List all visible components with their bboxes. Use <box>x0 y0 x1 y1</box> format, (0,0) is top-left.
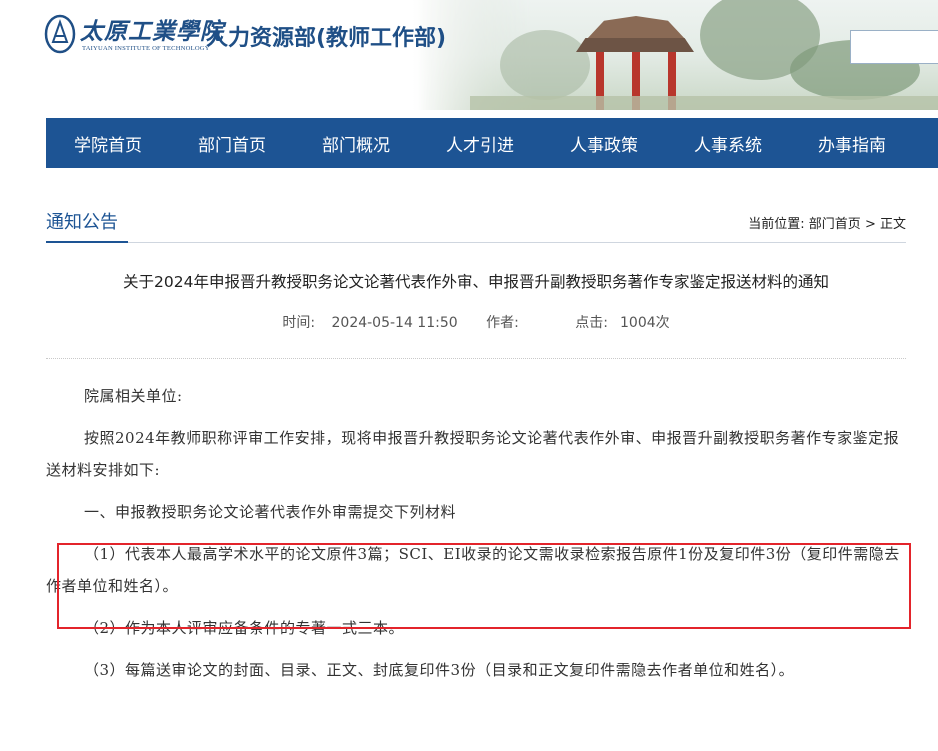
section-title-underline <box>46 241 128 243</box>
nav-item-dept-home[interactable]: 部门首页 <box>170 131 294 156</box>
tree-shape <box>500 30 590 100</box>
banner-ground <box>470 96 938 110</box>
meta-time-label: 时间: <box>282 315 316 331</box>
meta-divider <box>46 358 906 359</box>
section-title: 通知公告 <box>46 212 118 233</box>
breadcrumb: 当前位置: 部门首页 > 正文 <box>640 213 906 232</box>
breadcrumb-current: 正文 <box>879 217 906 232</box>
meta-clicks-label: 点击: <box>575 315 609 331</box>
pavilion-eave <box>576 38 694 52</box>
article-meta: 时间: 2024-05-14 11:50 作者: 点击: 1004次 <box>0 312 938 332</box>
header-banner: 太原工業學院 TAIYUAN INSTITUTE OF TECHNOLOGY 人… <box>0 0 938 110</box>
paragraph: （3）每篇送审论文的封面、目录、正文、封底复印件3份（目录和正文复印件需隐去作者… <box>84 661 795 679</box>
main-nav: 学院首页 部门首页 部门概况 人才引进 人事政策 人事系统 办事指南 <box>46 118 938 168</box>
nav-item-hr-system[interactable]: 人事系统 <box>666 131 790 156</box>
article-body: 院属相关单位: 按照2024年教师职称评审工作安排，现将申报晋升教授职务论文论著… <box>46 380 906 694</box>
section-divider <box>46 242 906 243</box>
nav-item-college-home[interactable]: 学院首页 <box>46 131 170 156</box>
highlight-box <box>57 543 911 629</box>
page: 太原工業學院 TAIYUAN INSTITUTE OF TECHNOLOGY 人… <box>0 0 938 751</box>
breadcrumb-separator: > <box>864 217 876 232</box>
search-input[interactable] <box>850 30 938 64</box>
breadcrumb-dept-home-link[interactable]: 部门首页 <box>809 217 861 232</box>
college-emblem-icon <box>44 14 76 54</box>
nav-item-guide[interactable]: 办事指南 <box>790 131 914 156</box>
department-title: 人力资源部(教师工作部) <box>206 26 447 51</box>
meta-clicks-value: 1004次 <box>620 315 670 331</box>
college-logo-english: TAIYUAN INSTITUTE OF TECHNOLOGY <box>82 45 210 52</box>
nav-item-policy[interactable]: 人事政策 <box>542 131 666 156</box>
paragraph: 按照2024年教师职称评审工作安排，现将申报晋升教授职务论文论著代表作外审、申报… <box>46 429 900 479</box>
meta-author-label: 作者: <box>486 315 519 331</box>
paragraph: 一、申报教授职务论文论著代表作外审需提交下列材料 <box>84 503 457 521</box>
nav-item-dept-overview[interactable]: 部门概况 <box>294 131 418 156</box>
article-title: 关于2024年申报晋升教授职务论文论著代表作外审、申报晋升副教授职务著作专家鉴定… <box>123 273 829 291</box>
breadcrumb-prefix: 当前位置: <box>748 217 805 232</box>
meta-time-value: 2024-05-14 11:50 <box>331 315 458 331</box>
paragraph: 院属相关单位: <box>84 387 183 405</box>
nav-item-talent[interactable]: 人才引进 <box>418 131 542 156</box>
college-logo-text: 太原工業學院 <box>80 18 224 45</box>
